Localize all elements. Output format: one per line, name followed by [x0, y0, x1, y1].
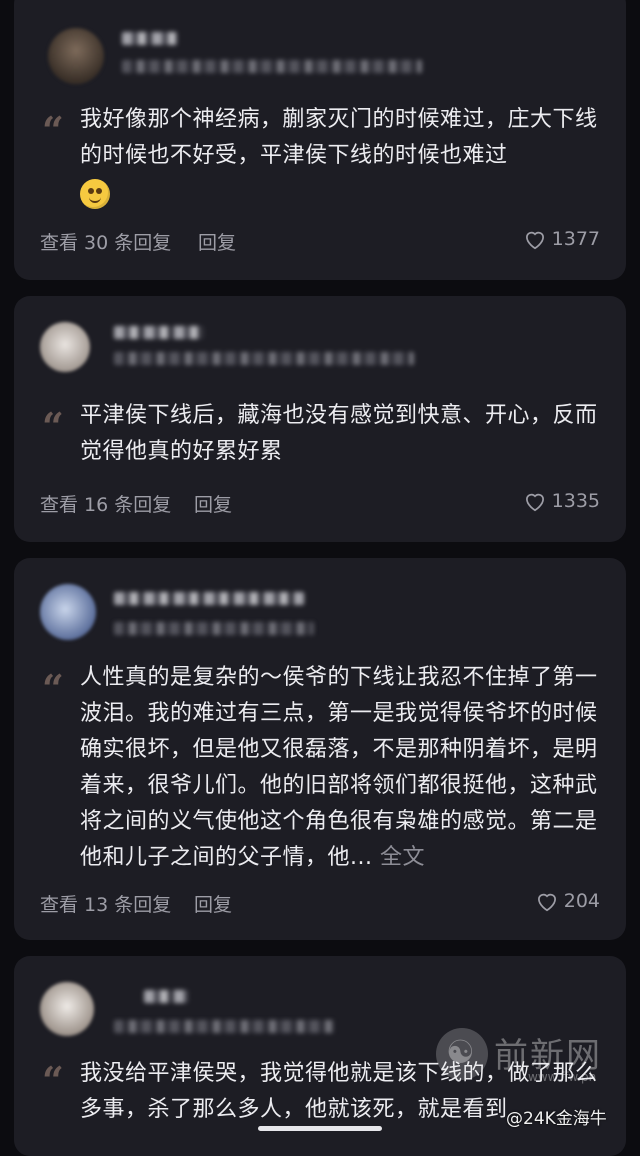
comment-card: “ 我好像那个神经病，蒯家灭门的时候难过，庄大下线的时候也不好受，平津侯下线的时… — [14, 0, 626, 280]
avatar[interactable] — [40, 982, 94, 1036]
avatar[interactable] — [40, 322, 90, 372]
meta-blurred — [114, 1020, 334, 1033]
watermark-logo-icon — [436, 1028, 488, 1080]
reply-button[interactable]: 回复 — [198, 228, 236, 255]
full-text-link[interactable]: 全文 — [372, 845, 425, 870]
comment-card: “ 人性真的是复杂的～侯爷的下线让我忍不住掉了第一波泪。我的难过有三点，第一是我… — [14, 558, 626, 940]
avatar[interactable] — [40, 584, 96, 640]
like-button[interactable]: 1377 — [522, 226, 600, 252]
watermark-url: www.ffw.ph — [528, 1070, 597, 1084]
comment-footer: 查看 30 条回复 回复 1377 — [40, 226, 600, 256]
view-replies-link[interactable]: 查看 16 条回复 — [40, 490, 171, 517]
reply-button[interactable]: 回复 — [194, 890, 232, 917]
comment-card: “ 平津侯下线后，藏海也没有感觉到快意、开心，反而觉得他真的好累好累 查看 16… — [14, 296, 626, 542]
quote-icon: “ — [42, 666, 64, 711]
view-replies-link[interactable]: 查看 30 条回复 — [40, 228, 171, 255]
quote-icon: “ — [42, 108, 64, 153]
author-credit: @24K金海牛 — [506, 1109, 607, 1129]
view-replies-link[interactable]: 查看 13 条回复 — [40, 890, 171, 917]
smile-emoji-icon — [80, 178, 110, 209]
comment-text[interactable]: 人性真的是复杂的～侯爷的下线让我忍不住掉了第一波泪。我的难过有三点，第一是我觉得… — [80, 660, 602, 876]
comment-footer: 查看 13 条回复 回复 204 — [40, 888, 600, 918]
meta-blurred — [122, 60, 422, 73]
comment-text[interactable]: 平津侯下线后，藏海也没有感觉到快意、开心，反而觉得他真的好累好累 — [80, 398, 602, 470]
meta-blurred — [114, 622, 314, 635]
quote-icon: “ — [42, 1058, 64, 1103]
username-blurred — [114, 326, 204, 339]
username-blurred — [114, 592, 304, 605]
like-count: 1335 — [551, 490, 600, 512]
like-button[interactable]: 1335 — [522, 488, 600, 514]
quote-icon: “ — [42, 404, 64, 449]
like-count: 204 — [563, 890, 600, 912]
avatar[interactable] — [48, 28, 104, 84]
home-indicator — [258, 1126, 382, 1131]
comment-footer: 查看 16 条回复 回复 1335 — [40, 488, 600, 518]
heart-icon — [525, 231, 544, 250]
heart-icon — [525, 493, 544, 512]
meta-blurred — [114, 352, 414, 365]
like-count: 1377 — [551, 228, 600, 250]
like-button[interactable]: 204 — [534, 888, 600, 914]
username-blurred — [144, 990, 188, 1003]
heart-icon — [537, 893, 556, 912]
reply-button[interactable]: 回复 — [194, 490, 232, 517]
comment-text[interactable]: 我好像那个神经病，蒯家灭门的时候难过，庄大下线的时候也不好受，平津侯下线的时候也… — [80, 102, 602, 210]
username-blurred — [122, 32, 178, 45]
